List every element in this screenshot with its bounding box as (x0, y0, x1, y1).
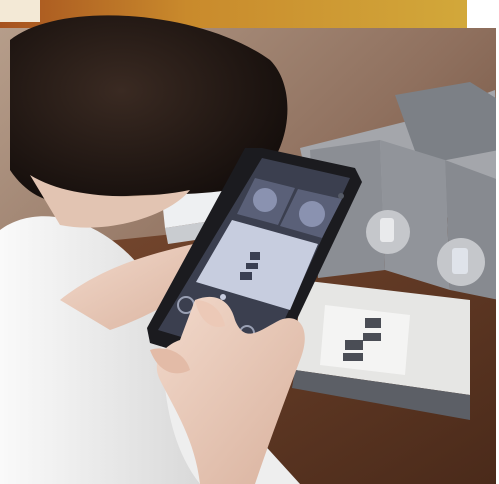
screen-qr-3 (240, 272, 252, 280)
box-phone-mini-2 (452, 248, 468, 274)
photo-illustration (0, 0, 499, 484)
qr-mark-2 (363, 333, 381, 341)
screen-qr-1 (250, 252, 260, 260)
screen-qr-2 (246, 263, 258, 269)
qr-mark-1 (365, 318, 381, 328)
top-left-patch (0, 0, 40, 22)
screen-tile-2-circle (299, 201, 325, 227)
screen-dot (220, 294, 226, 300)
photo-scene (0, 0, 499, 484)
screen-tile-1-circle (253, 188, 277, 212)
phone-camera (338, 193, 344, 199)
top-corner-white (467, 0, 499, 28)
qr-mark-3 (345, 340, 363, 350)
box-phone-mini-1 (380, 218, 394, 242)
qr-mark-4 (343, 353, 363, 361)
